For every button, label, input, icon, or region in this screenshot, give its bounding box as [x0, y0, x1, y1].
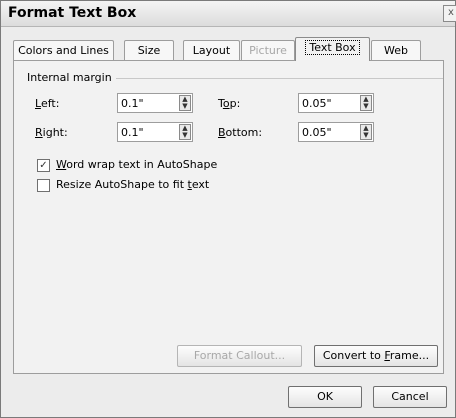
resize-autoshape-checkbox[interactable] [37, 179, 50, 192]
internal-margin-label: Internal margin [27, 71, 116, 84]
right-margin-spinner[interactable]: 0.1" ▲ ▼ [117, 122, 193, 142]
text-box-panel: Internal margin Left: 0.1" ▲ ▼ Top: 0.05"… [13, 60, 444, 374]
top-margin-value: 0.05" [302, 97, 332, 110]
cancel-button[interactable]: Cancel [373, 386, 447, 408]
ok-button[interactable]: OK [288, 386, 362, 408]
spin-buttons[interactable]: ▲ ▼ [360, 124, 372, 140]
spin-down-icon[interactable]: ▼ [361, 132, 371, 139]
top-margin-label-accel: o [222, 97, 230, 110]
section-divider [114, 78, 443, 79]
right-margin-label-accel: R [35, 126, 43, 139]
format-callout-label: Format Callout... [193, 349, 286, 362]
tab-size[interactable]: Size [124, 40, 174, 60]
format-text-box-dialog: Format Text Box x Colors and Lines Size … [0, 0, 456, 418]
dialog-title: Format Text Box [8, 5, 137, 21]
ok-label: OK [317, 390, 333, 403]
spin-buttons[interactable]: ▲ ▼ [179, 95, 191, 111]
spin-down-icon[interactable]: ▼ [361, 103, 371, 110]
close-icon[interactable]: x [443, 5, 456, 22]
tab-label: Colors and Lines [18, 44, 109, 57]
word-wrap-label[interactable]: Word wrap text in AutoShape [56, 158, 217, 171]
tab-layout[interactable]: Layout [183, 40, 240, 60]
top-margin-spinner[interactable]: 0.05" ▲ ▼ [298, 93, 374, 113]
tab-label: Web [384, 44, 408, 57]
spin-down-icon[interactable]: ▼ [180, 132, 190, 139]
bottom-margin-spinner[interactable]: 0.05" ▲ ▼ [298, 122, 374, 142]
left-margin-label: Left: [35, 97, 59, 110]
tab-picture: Picture [241, 40, 295, 60]
convert-to-frame-label-pre: Convert to [322, 349, 385, 362]
convert-to-frame-button[interactable]: Convert to Frame... [314, 345, 438, 367]
left-margin-value: 0.1" [121, 97, 144, 110]
left-margin-label-rest: eft: [40, 97, 60, 110]
left-margin-spinner[interactable]: 0.1" ▲ ▼ [117, 93, 193, 113]
title-bar[interactable]: Format Text Box x [1, 1, 456, 27]
spin-buttons[interactable]: ▲ ▼ [360, 95, 372, 111]
tab-text-box[interactable]: Text Box [295, 37, 370, 61]
bottom-margin-label-accel: B [218, 126, 226, 139]
spin-down-icon[interactable]: ▼ [180, 103, 190, 110]
tab-label: Size [137, 44, 161, 57]
resize-label-rest: ext [191, 178, 210, 191]
right-margin-label-rest: ight: [42, 126, 68, 139]
tab-web[interactable]: Web [371, 40, 421, 60]
tab-label: Picture [249, 44, 287, 57]
convert-to-frame-label-rest: rame... [389, 349, 430, 362]
top-margin-label-rest: p: [229, 97, 241, 110]
tab-label: Text Box [305, 40, 360, 55]
bottom-margin-value: 0.05" [302, 126, 332, 139]
resize-label-pre: Resize AutoShape to fit [56, 178, 188, 191]
tab-label: Layout [192, 44, 231, 57]
right-margin-label: Right: [35, 126, 68, 139]
bottom-margin-label-rest: ottom: [225, 126, 263, 139]
format-callout-button: Format Callout... [177, 345, 302, 367]
word-wrap-label-rest: ord wrap text in AutoShape [66, 158, 218, 171]
tab-colors-and-lines[interactable]: Colors and Lines [13, 40, 114, 60]
cancel-label: Cancel [391, 390, 429, 403]
right-margin-value: 0.1" [121, 126, 144, 139]
spin-buttons[interactable]: ▲ ▼ [179, 124, 191, 140]
top-margin-label: Top: [218, 97, 240, 110]
resize-autoshape-label[interactable]: Resize AutoShape to fit text [56, 178, 209, 191]
word-wrap-checkbox[interactable]: ✓ [37, 159, 50, 172]
bottom-margin-label: Bottom: [218, 126, 262, 139]
word-wrap-label-accel: W [56, 158, 67, 171]
